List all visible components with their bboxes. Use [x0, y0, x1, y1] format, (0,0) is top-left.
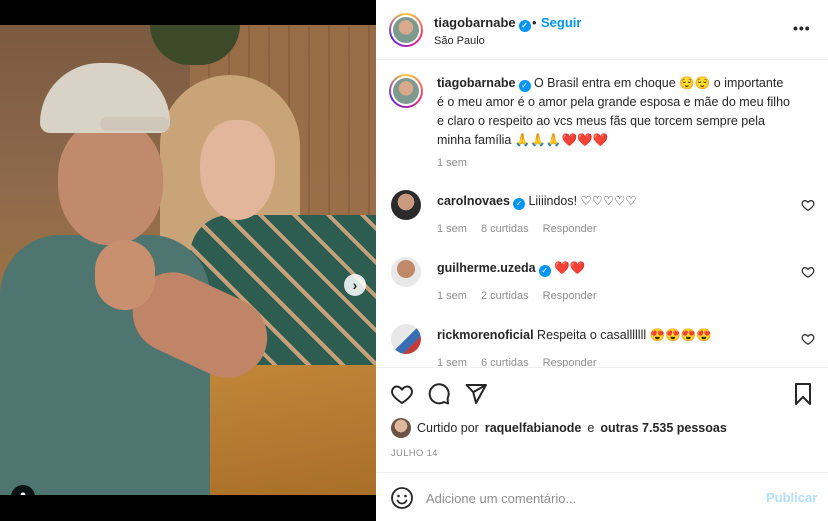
- post-comment-button[interactable]: Publicar: [766, 490, 817, 505]
- emoji-icon[interactable]: [390, 486, 414, 510]
- verified-icon: ✓: [512, 198, 525, 210]
- commenter-avatar[interactable]: [391, 190, 421, 220]
- caption-meta: 1 sem: [437, 157, 467, 169]
- comment-time[interactable]: 1 sem: [437, 223, 467, 235]
- instagram-post-modal: › tiagobarnabe✓ • Seguir São Paulo •••: [0, 0, 828, 521]
- woman-face: [200, 120, 275, 220]
- author-username[interactable]: tiagobarnabe ✓: [434, 15, 531, 32]
- comment-reply-button[interactable]: Responder: [543, 223, 597, 235]
- likes-others[interactable]: outras 7.535 pessoas: [600, 421, 726, 435]
- caption-time[interactable]: 1 sem: [437, 157, 467, 169]
- man-cap-brim: [100, 117, 170, 131]
- comment-reply-button[interactable]: Responder: [543, 290, 597, 302]
- heart-icon[interactable]: [390, 382, 414, 406]
- comment-icon[interactable]: [427, 382, 451, 406]
- comment-text: Liiiindos! ♡♡♡♡♡: [524, 194, 637, 208]
- comment-username[interactable]: carolnovaes: [437, 194, 510, 208]
- comment-time[interactable]: 1 sem: [437, 357, 467, 367]
- comment-likes[interactable]: 8 curtidas: [481, 223, 529, 235]
- comments-list[interactable]: tiagobarnabe ✓ O Brasil entra em choque 😌…: [376, 61, 828, 367]
- comment-body: rickmorenoficial Respeita o casalllllll …: [437, 326, 792, 345]
- man-face: [58, 120, 163, 245]
- post-header: tiagobarnabe ✓ • Seguir São Paulo •••: [376, 0, 828, 60]
- more-options-icon[interactable]: •••: [793, 20, 811, 36]
- likes-summary: Curtido por raquelfabianode e outras 7.5…: [391, 418, 727, 438]
- action-bar: [376, 367, 828, 417]
- comment-username[interactable]: rickmorenoficial: [437, 328, 534, 342]
- comment-like-icon[interactable]: [801, 198, 815, 212]
- author-avatar[interactable]: [389, 13, 423, 47]
- post-photo[interactable]: ›: [0, 25, 376, 495]
- chevron-right-icon[interactable]: ›: [344, 274, 366, 296]
- comment-time[interactable]: 1 sem: [437, 290, 467, 302]
- caption-username[interactable]: tiagobarnabe: [437, 76, 516, 90]
- separator-dot: •: [532, 15, 537, 30]
- caption-body: tiagobarnabe ✓ O Brasil entra em choque 😌…: [437, 74, 792, 150]
- liker-avatar[interactable]: [391, 418, 411, 438]
- verified-icon: ✓: [538, 265, 551, 277]
- author-username-text[interactable]: tiagobarnabe: [434, 15, 516, 30]
- comment-like-icon[interactable]: [801, 265, 815, 279]
- liker-username[interactable]: raquelfabianode: [485, 421, 582, 435]
- likes-prefix: Curtido por: [417, 421, 479, 435]
- comment-username[interactable]: guilherme.uzeda: [437, 261, 536, 275]
- commenter-avatar[interactable]: [391, 257, 421, 287]
- verified-icon: ✓: [518, 20, 531, 32]
- comment-reply-button[interactable]: Responder: [543, 357, 597, 367]
- comment-like-icon[interactable]: [801, 332, 815, 346]
- bookmark-icon[interactable]: [791, 382, 815, 406]
- location-link[interactable]: São Paulo: [434, 35, 485, 47]
- post-date[interactable]: JULHO 14: [391, 448, 438, 459]
- post-side-panel: tiagobarnabe ✓ • Seguir São Paulo ••• tia…: [376, 0, 828, 521]
- comment-text: ❤️❤️: [550, 261, 586, 275]
- comment-body: carolnovaes ✓ Liiiindos! ♡♡♡♡♡: [437, 192, 792, 211]
- comment-likes[interactable]: 2 curtidas: [481, 290, 529, 302]
- comment-body: guilherme.uzeda ✓ ❤️❤️: [437, 259, 792, 278]
- comment-meta: 1 sem 8 curtidas Responder: [437, 223, 597, 235]
- comment-text: Respeita o casalllllll 😍😍😍😍: [533, 328, 712, 342]
- comment-meta: 1 sem 6 curtidas Responder: [437, 357, 597, 367]
- man-hand: [95, 240, 155, 310]
- comment-meta: 1 sem 2 curtidas Responder: [437, 290, 597, 302]
- comment-likes[interactable]: 6 curtidas: [481, 357, 529, 367]
- caption-avatar[interactable]: [389, 74, 423, 108]
- verified-icon: ✓: [518, 80, 531, 92]
- comment-input[interactable]: [426, 485, 756, 511]
- likes-middle: e: [587, 421, 595, 435]
- commenter-avatar[interactable]: [391, 324, 421, 354]
- follow-button[interactable]: Seguir: [541, 15, 581, 30]
- add-comment-bar: Publicar: [376, 472, 828, 521]
- send-icon[interactable]: [464, 382, 488, 406]
